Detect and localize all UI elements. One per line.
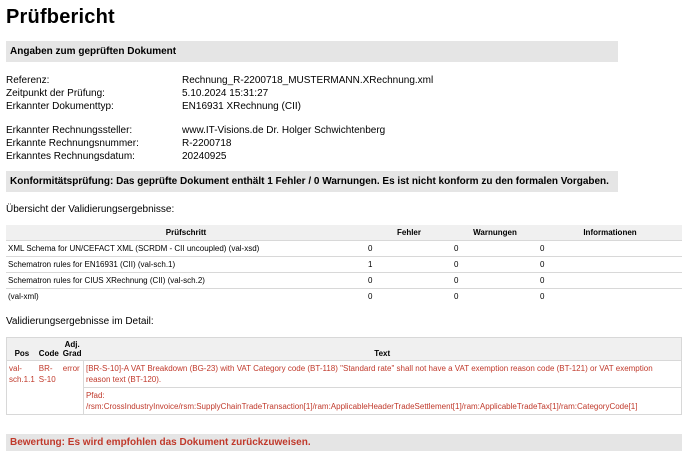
table-row: (val-xml) 0 0 0: [6, 288, 682, 304]
detail-header-grade-line2: Grad: [62, 349, 82, 358]
document-info-value: EN16931 XRechnung (CII): [182, 101, 301, 112]
overview-cell-errors: 0: [366, 240, 452, 257]
invoice-info-value: R-2200718: [182, 138, 232, 149]
invoice-info-value: 20240925: [182, 151, 227, 162]
detail-cell-path: Pfad: /rsm:CrossIndustryInvoice/rsm:Supp…: [82, 387, 682, 415]
table-row: val-sch.1.1 BR-S-10 error [BR-S-10]-A VA…: [6, 360, 682, 415]
overview-cell-warnings: 0: [452, 288, 538, 304]
detail-header-grade-line1: Adj.: [64, 340, 80, 349]
detail-table: Pos Code Adj. Grad Text val-sch.1.1 BR-S…: [6, 337, 682, 415]
document-info-label: Zeitpunkt der Prüfung:: [6, 88, 105, 99]
overview-table: Prüfschritt Fehler Warnungen Information…: [6, 225, 682, 304]
overview-cell-errors: 1: [366, 256, 452, 273]
overview-header-row: Prüfschritt Fehler Warnungen Information…: [6, 225, 682, 241]
document-info-value: 5.10.2024 15:31:27: [182, 88, 269, 99]
detail-header-code: Code: [36, 337, 61, 361]
report-page: Prüfbericht Angaben zum geprüften Dokume…: [0, 0, 688, 453]
invoice-info-row: Erkannter Rechnungssteller: www.IT-Visio…: [6, 124, 682, 137]
page-title: Prüfbericht: [6, 6, 115, 28]
detail-header-text: Text: [83, 337, 682, 361]
assessment-bar: Bewertung: Es wird empfohlen das Dokumen…: [6, 434, 682, 451]
document-info-row: Zeitpunkt der Prüfung: 5.10.2024 15:31:2…: [6, 87, 682, 100]
detail-cell-code: BR-S-10: [36, 360, 61, 415]
document-info-row: Referenz: Rechnung_R-2200718_MUSTERMANN.…: [6, 74, 682, 87]
table-row: Schematron rules for EN16931 (CII) (val-…: [6, 256, 682, 273]
overview-cell-info: 0: [538, 272, 682, 289]
detail-path-value: /rsm:CrossIndustryInvoice/rsm:SupplyChai…: [85, 402, 638, 411]
invoice-info-label: Erkannter Rechnungssteller:: [6, 125, 133, 136]
overview-heading: Übersicht der Validierungsergebnisse:: [6, 204, 175, 215]
overview-header-step: Prüfschritt: [6, 225, 366, 241]
overview-cell-errors: 0: [366, 272, 452, 289]
table-row: Pfad: /rsm:CrossIndustryInvoice/rsm:Supp…: [7, 387, 682, 415]
invoice-info-label: Erkannte Rechnungsnummer:: [6, 138, 139, 149]
invoice-info-row: Erkannte Rechnungsnummer: R-2200718: [6, 137, 682, 150]
overview-header-errors: Fehler: [366, 225, 452, 241]
detail-cell-pos: val-sch.1.1: [6, 360, 37, 415]
overview-cell-info: 0: [538, 240, 682, 257]
overview-cell-step: Schematron rules for CIUS XRechnung (CII…: [6, 272, 366, 289]
overview-cell-info: 0: [538, 288, 682, 304]
overview-cell-info: 0: [538, 256, 682, 273]
overview-header-info: Informationen: [538, 225, 682, 241]
document-info: Referenz: Rechnung_R-2200718_MUSTERMANN.…: [6, 74, 682, 163]
conformity-status-bar: Konformitätsprüfung: Das geprüfte Dokume…: [6, 171, 618, 192]
overview-cell-warnings: 0: [452, 272, 538, 289]
detail-cell-grade: error: [60, 360, 84, 415]
document-info-label: Erkannter Dokumenttyp:: [6, 101, 114, 112]
detail-cell-text: [BR-S-10]-A VAT Breakdown (BG-23) with V…: [82, 360, 682, 388]
overview-cell-step: Schematron rules for EN16931 (CII) (val-…: [6, 256, 366, 273]
detail-header-row: Pos Code Adj. Grad Text: [6, 337, 682, 361]
table-row: XML Schema for UN/CEFACT XML (SCRDM - CI…: [6, 240, 682, 257]
section-document-header: Angaben zum geprüften Dokument: [6, 41, 618, 62]
document-info-value: Rechnung_R-2200718_MUSTERMANN.XRechnung.…: [182, 75, 434, 86]
detail-header-pos: Pos: [6, 337, 37, 361]
overview-cell-warnings: 0: [452, 256, 538, 273]
overview-cell-step: (val-xml): [6, 288, 366, 304]
overview-cell-errors: 0: [366, 288, 452, 304]
overview-cell-step: XML Schema for UN/CEFACT XML (SCRDM - CI…: [6, 240, 366, 257]
invoice-info-value: www.IT-Visions.de Dr. Holger Schwichtenb…: [182, 125, 386, 136]
document-info-label: Referenz:: [6, 75, 50, 86]
invoice-info-row: Erkanntes Rechnungsdatum: 20240925: [6, 150, 682, 163]
invoice-info-label: Erkanntes Rechnungsdatum:: [6, 151, 135, 162]
overview-header-warnings: Warnungen: [452, 225, 538, 241]
detail-header-grade: Adj. Grad: [60, 337, 84, 361]
overview-cell-warnings: 0: [452, 240, 538, 257]
detail-heading: Validierungsergebnisse im Detail:: [6, 316, 154, 327]
document-info-row: Erkannter Dokumenttyp: EN16931 XRechnung…: [6, 100, 682, 113]
detail-path-label: Pfad:: [85, 391, 105, 400]
table-row: Schematron rules for CIUS XRechnung (CII…: [6, 272, 682, 289]
